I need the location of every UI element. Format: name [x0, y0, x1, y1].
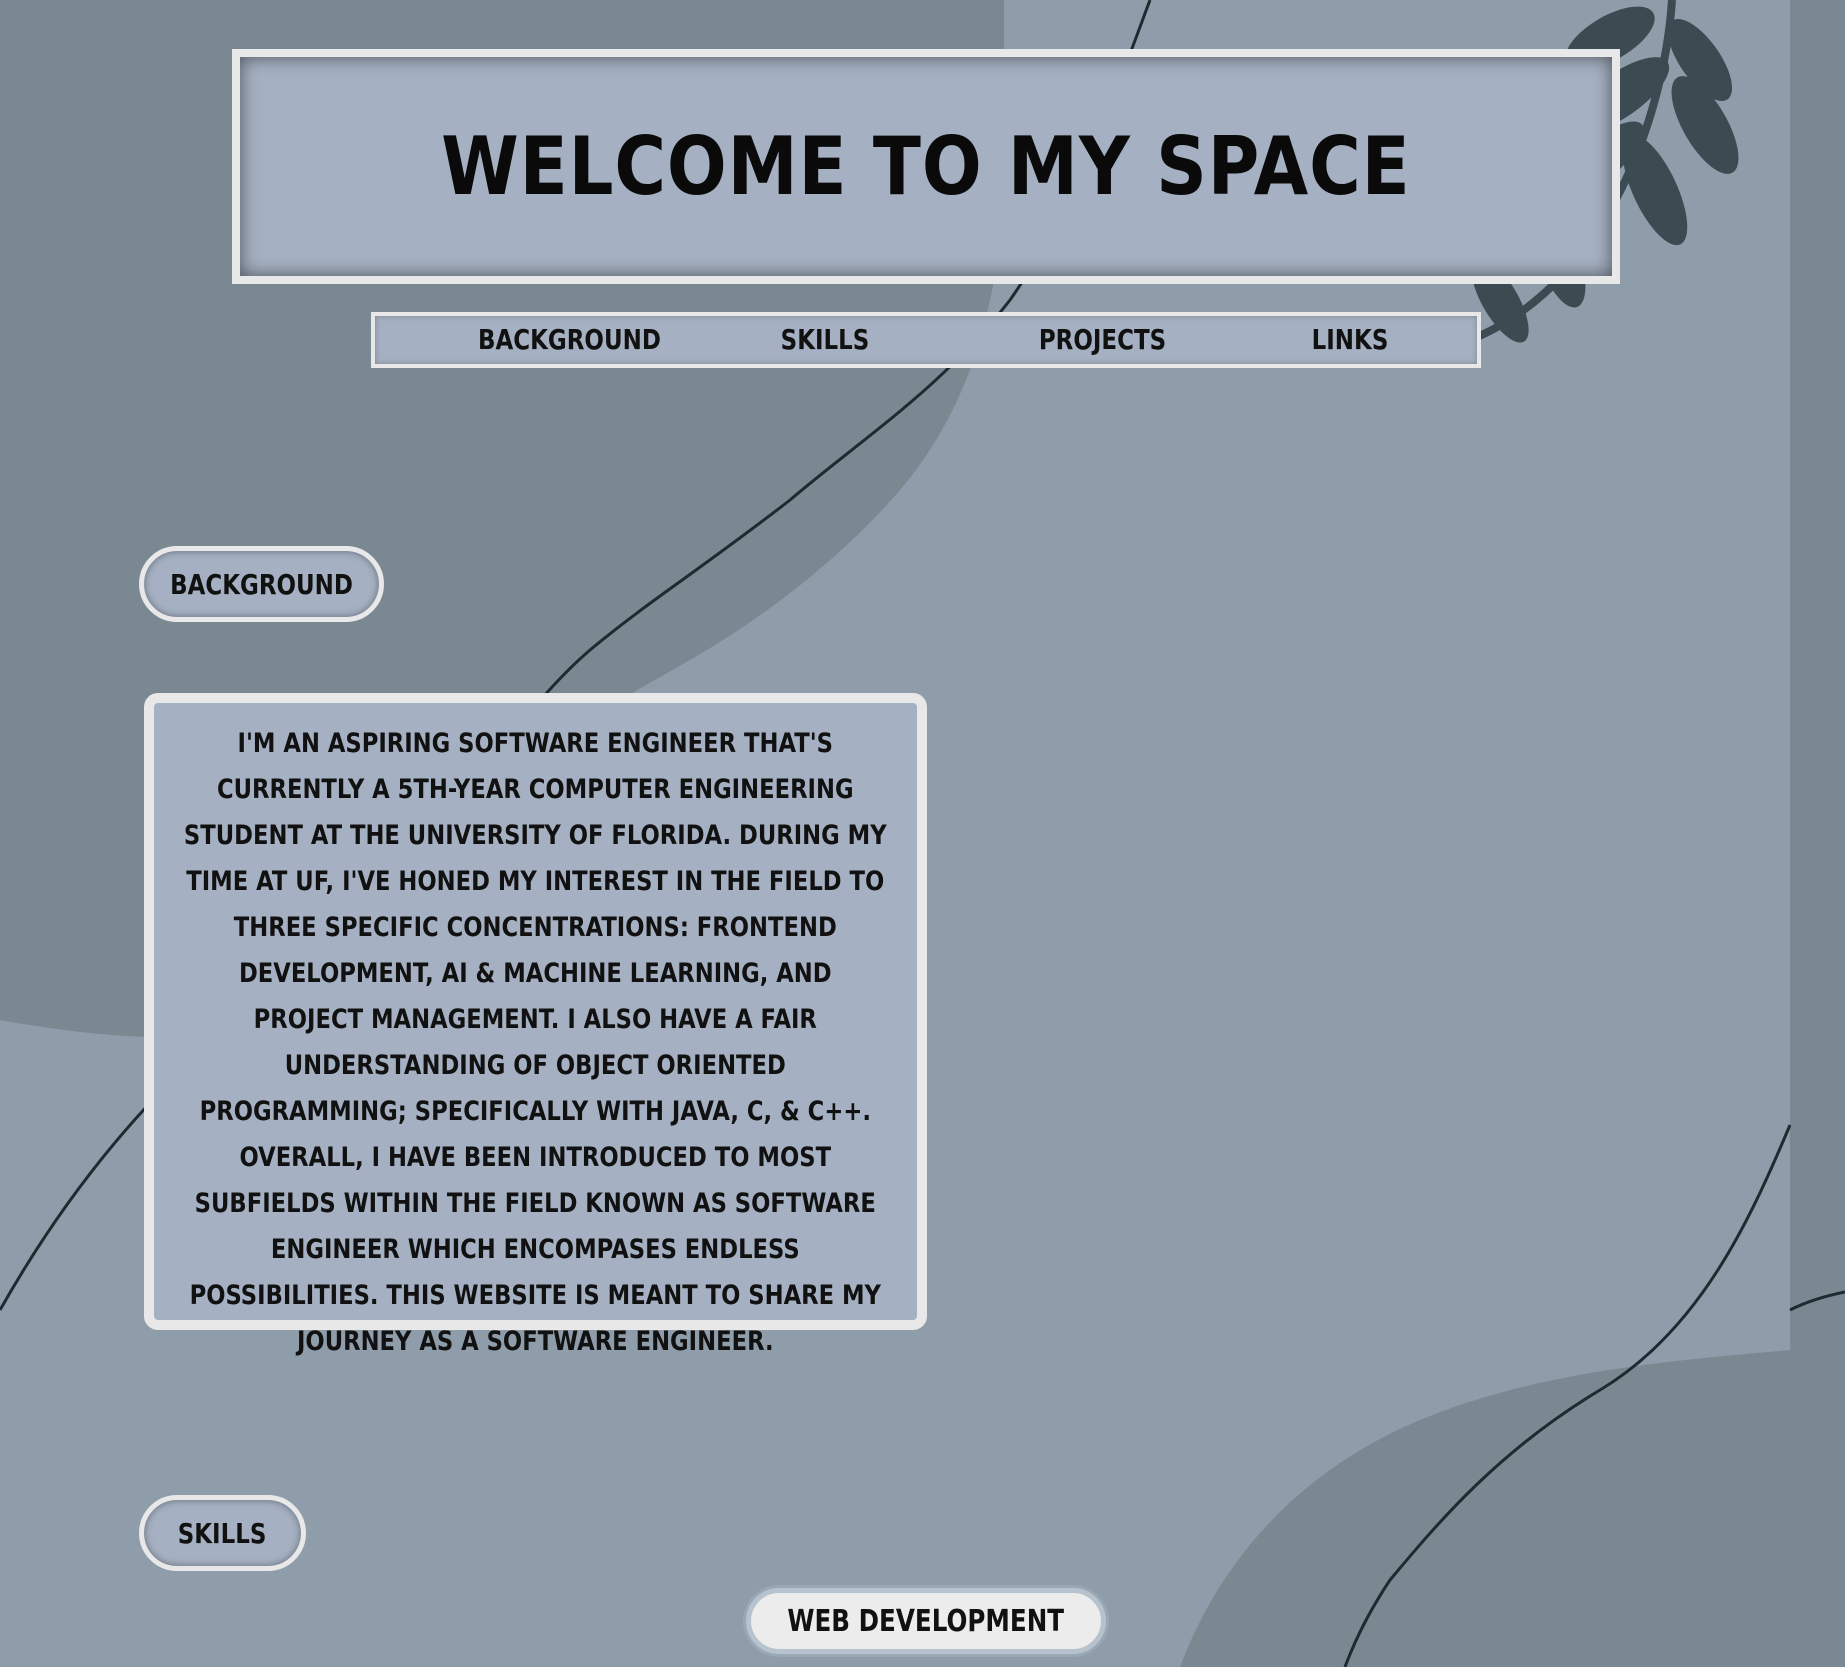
skill-web-development-label: WEB DEVELOPMENT: [787, 1603, 1065, 1639]
page-title: WELCOME TO MY SPACE: [441, 120, 1411, 213]
background-section-heading: BACKGROUND: [139, 546, 384, 622]
background-strip-right: [1790, 0, 1845, 1667]
nav-link-links[interactable]: LINKS: [1301, 316, 1399, 364]
skill-web-development-button[interactable]: WEB DEVELOPMENT: [746, 1588, 1106, 1654]
nav-link-skills[interactable]: SKILLS: [772, 316, 879, 364]
site-header: WELCOME TO MY SPACE: [232, 49, 1620, 284]
nav-link-background[interactable]: BACKGROUND: [478, 316, 661, 364]
nav-link-projects[interactable]: PROJECTS: [1031, 316, 1175, 364]
skills-heading-label: SKILLS: [178, 1516, 267, 1550]
top-nav: BACKGROUND SKILLS PROJECTS LINKS: [371, 312, 1481, 368]
background-paragraph: I'M AN ASPIRING SOFTWARE ENGINEER THAT'S…: [184, 728, 887, 1357]
skills-section-heading: SKILLS: [139, 1495, 306, 1571]
background-text-panel: I'M AN ASPIRING SOFTWARE ENGINEER THAT'S…: [144, 693, 927, 1357]
background-heading-label: BACKGROUND: [170, 567, 353, 601]
